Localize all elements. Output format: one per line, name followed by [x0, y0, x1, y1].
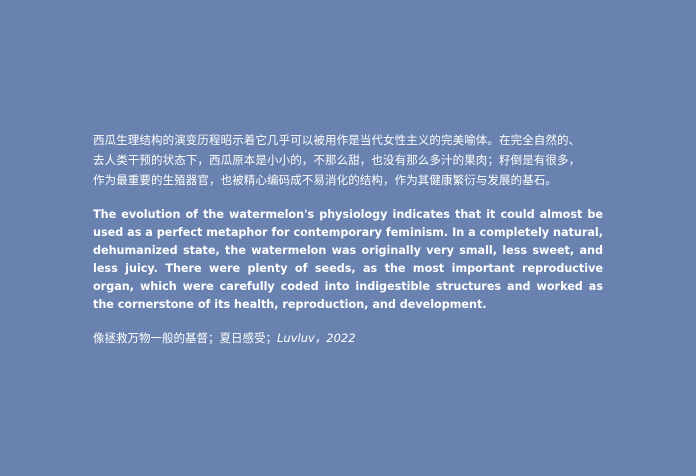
- chinese-paragraph: 西瓜生理结构的演变历程昭示着它几乎可以被用作是当代女性主义的完美喻体。在完全自然…: [93, 133, 581, 187]
- text-block: 西瓜生理结构的演变历程昭示着它几乎可以被用作是当代女性主义的完美喻体。在完全自然…: [93, 130, 603, 347]
- credit-author-year: Luvluv，2022: [277, 331, 356, 345]
- credit-chinese: 像拯救万物一般的基督；夏日感受；: [93, 331, 277, 345]
- english-paragraph: The evolution of the watermelon's physio…: [93, 208, 603, 311]
- credit-line: 像拯救万物一般的基督；夏日感受；Luvluv，2022: [93, 329, 603, 347]
